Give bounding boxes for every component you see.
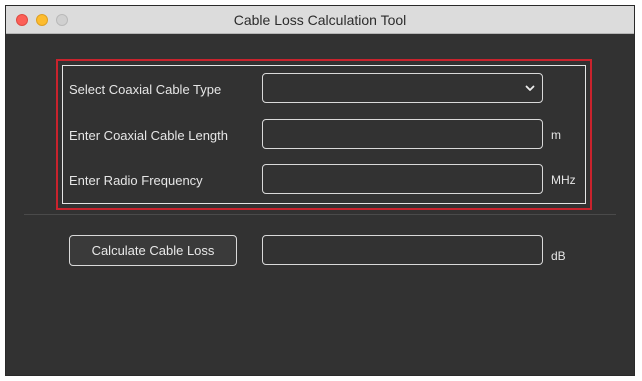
- result-unit-label: dB: [551, 249, 566, 263]
- cable-type-label: Select Coaxial Cable Type: [69, 82, 222, 97]
- app-window: Cable Loss Calculation Tool Select Coaxi…: [5, 5, 635, 376]
- window-title: Cable Loss Calculation Tool: [233, 12, 407, 28]
- cable-length-input[interactable]: [262, 119, 543, 149]
- radio-frequency-label: Enter Radio Frequency: [69, 173, 203, 188]
- cable-loss-result-field: [262, 235, 543, 265]
- chevron-down-icon: [525, 85, 535, 91]
- section-divider: [24, 214, 616, 215]
- cable-length-label: Enter Coaxial Cable Length: [69, 128, 228, 143]
- length-unit-label: m: [551, 128, 561, 142]
- title-bar[interactable]: Cable Loss Calculation Tool: [6, 6, 634, 34]
- radio-frequency-input[interactable]: [262, 164, 543, 194]
- frequency-unit-label: MHz: [551, 173, 576, 187]
- calculate-cable-loss-button[interactable]: Calculate Cable Loss: [69, 235, 237, 266]
- cable-type-select[interactable]: [262, 73, 543, 103]
